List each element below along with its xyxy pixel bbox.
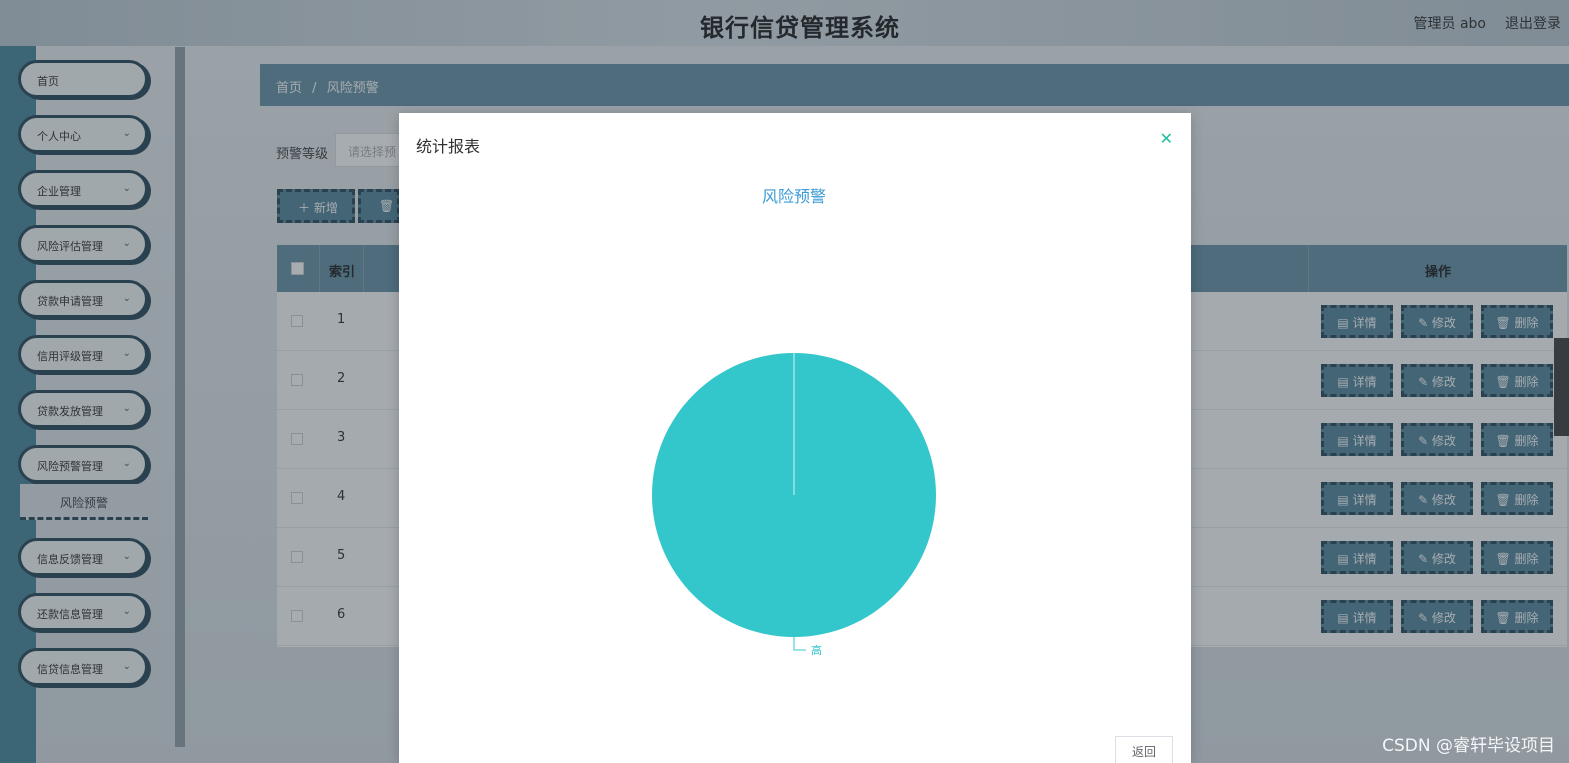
dialog-title: 统计报表 — [416, 137, 481, 156]
back-button[interactable]: 返回 — [1115, 736, 1173, 763]
chart-title: 风险预警 — [762, 187, 826, 206]
close-icon[interactable]: ✕ — [1160, 129, 1173, 148]
statistics-dialog: 统计报表 ✕ 风险预警高 返回 — [399, 113, 1191, 763]
watermark: CSDN @睿轩毕设项目 — [1382, 736, 1555, 756]
slice-label: 高 — [811, 643, 822, 657]
label-leader-line — [793, 637, 806, 651]
pie-chart: 风险预警高 — [652, 187, 936, 657]
